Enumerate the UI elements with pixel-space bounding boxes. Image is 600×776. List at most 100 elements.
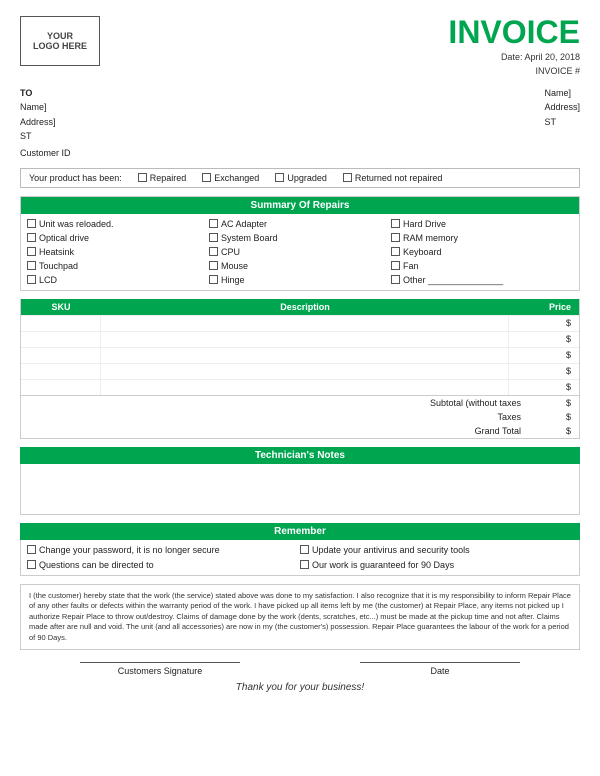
table-row: $ [21,331,579,347]
repair-item-3[interactable]: Optical drive [27,232,209,244]
subtotal-label: Subtotal (without taxes [430,398,521,408]
remember-label-3: Our work is guaranteed for 90 Days [312,560,454,570]
repair-label-8: Keyboard [403,247,442,257]
grand-total-row: Grand Total $ [21,424,579,438]
repair-item-9[interactable]: Touchpad [27,260,209,272]
repair-checkbox-2[interactable] [391,219,400,228]
repair-checkbox-13[interactable] [209,275,218,284]
th-sku: SKU [21,299,101,315]
to-section: TO Name] Address] ST Customer ID Name] A… [20,86,580,160]
repair-label-1: AC Adapter [221,219,267,229]
from-address: Address] [544,100,580,114]
repaired-checkbox[interactable] [138,173,147,182]
repairs-section: Summary Of Repairs Unit was reloaded. AC… [20,196,580,291]
repair-item-0[interactable]: Unit was reloaded. [27,218,209,230]
repair-checkbox-1[interactable] [209,219,218,228]
customer-sig-label: Customers Signature [118,666,203,676]
repair-label-11: Fan [403,261,419,271]
remember-header: Remember [20,523,580,540]
remember-item-2: Questions can be directed to [27,559,300,571]
td-sku-4 [21,380,101,395]
remember-checkbox-2[interactable] [27,560,36,569]
upgraded-option[interactable]: Upgraded [275,173,327,183]
repair-item-5[interactable]: RAM memory [391,232,573,244]
remember-label-1: Update your antivirus and security tools [312,545,470,555]
repair-checkbox-4[interactable] [209,233,218,242]
upgraded-label: Upgraded [287,173,327,183]
invoice-date: Date: April 20, 2018 [448,52,580,62]
repair-label-2: Hard Drive [403,219,446,229]
repair-item-6[interactable]: Heatsink [27,246,209,258]
repair-checkbox-11[interactable] [391,261,400,270]
from-name: Name] [544,86,580,100]
invoice-title-block: INVOICE Date: April 20, 2018 INVOICE # [448,16,580,76]
to-left: TO Name] Address] ST Customer ID [20,86,71,160]
td-desc-3 [101,364,509,379]
to-label: TO [20,86,71,100]
table-header: SKU Description Price [21,299,579,315]
repair-label-9: Touchpad [39,261,78,271]
td-desc-2 [101,348,509,363]
repaired-label: Repaired [150,173,187,183]
returned-checkbox[interactable] [343,173,352,182]
remember-body: Change your password, it is no longer se… [20,540,580,576]
repair-checkbox-12[interactable] [27,275,36,284]
repair-item-8[interactable]: Keyboard [391,246,573,258]
repair-checkbox-6[interactable] [27,247,36,256]
legal-text: I (the customer) hereby state that the w… [20,584,580,651]
repair-checkbox-7[interactable] [209,247,218,256]
repair-label-4: System Board [221,233,278,243]
customer-id: Customer ID [20,146,71,160]
repair-item-13[interactable]: Hinge [209,274,391,286]
td-sku-2 [21,348,101,363]
th-price: Price [509,299,579,315]
returned-option[interactable]: Returned not repaired [343,173,443,183]
repair-item-11[interactable]: Fan [391,260,573,272]
remember-grid: Change your password, it is no longer se… [21,540,579,575]
repaired-option[interactable]: Repaired [138,173,187,183]
repair-checkbox-9[interactable] [27,261,36,270]
repair-checkbox-8[interactable] [391,247,400,256]
repair-checkbox-3[interactable] [27,233,36,242]
repair-label-5: RAM memory [403,233,458,243]
invoice-number: INVOICE # [448,66,580,76]
subtotal-rows: Subtotal (without taxes $ Taxes $ Grand … [21,395,579,438]
invoice-title: INVOICE [448,16,580,48]
upgraded-checkbox[interactable] [275,173,284,182]
exchanged-option[interactable]: Exchanged [202,173,259,183]
remember-item-1: Update your antivirus and security tools [300,544,573,556]
repairs-grid: Unit was reloaded. AC Adapter Hard Drive… [21,214,579,290]
taxes-row: Taxes $ [21,410,579,424]
td-price-2: $ [509,348,579,363]
grand-total-value: $ [541,426,571,436]
td-sku-0 [21,316,101,331]
remember-item-0: Change your password, it is no longer se… [27,544,300,556]
repair-item-1[interactable]: AC Adapter [209,218,391,230]
repair-checkbox-10[interactable] [209,261,218,270]
repair-item-7[interactable]: CPU [209,246,391,258]
exchanged-checkbox[interactable] [202,173,211,182]
remember-label-2: Questions can be directed to [39,560,154,570]
repairs-header: Summary Of Repairs [21,197,579,214]
repair-item-2[interactable]: Hard Drive [391,218,573,230]
to-name: Name] [20,100,71,114]
repair-checkbox-14[interactable] [391,275,400,284]
exchanged-label: Exchanged [214,173,259,183]
remember-label-0: Change your password, it is no longer se… [39,545,220,555]
tech-notes-header: Technician's Notes [20,447,580,464]
remember-checkbox-1[interactable] [300,545,309,554]
repair-label-10: Mouse [221,261,248,271]
remember-checkbox-3[interactable] [300,560,309,569]
taxes-value: $ [541,412,571,422]
grand-total-label: Grand Total [475,426,521,436]
tech-notes-section: Technician's Notes [20,447,580,515]
repair-item-10[interactable]: Mouse [209,260,391,272]
sku-table: SKU Description Price $ $ $ $ $ [20,299,580,439]
repair-checkbox-5[interactable] [391,233,400,242]
repair-item-12[interactable]: LCD [27,274,209,286]
repair-item-4[interactable]: System Board [209,232,391,244]
repair-checkbox-0[interactable] [27,219,36,228]
product-bar-label: Your product has been: [29,173,122,183]
remember-checkbox-0[interactable] [27,545,36,554]
date-signature-block: Date [360,662,520,676]
